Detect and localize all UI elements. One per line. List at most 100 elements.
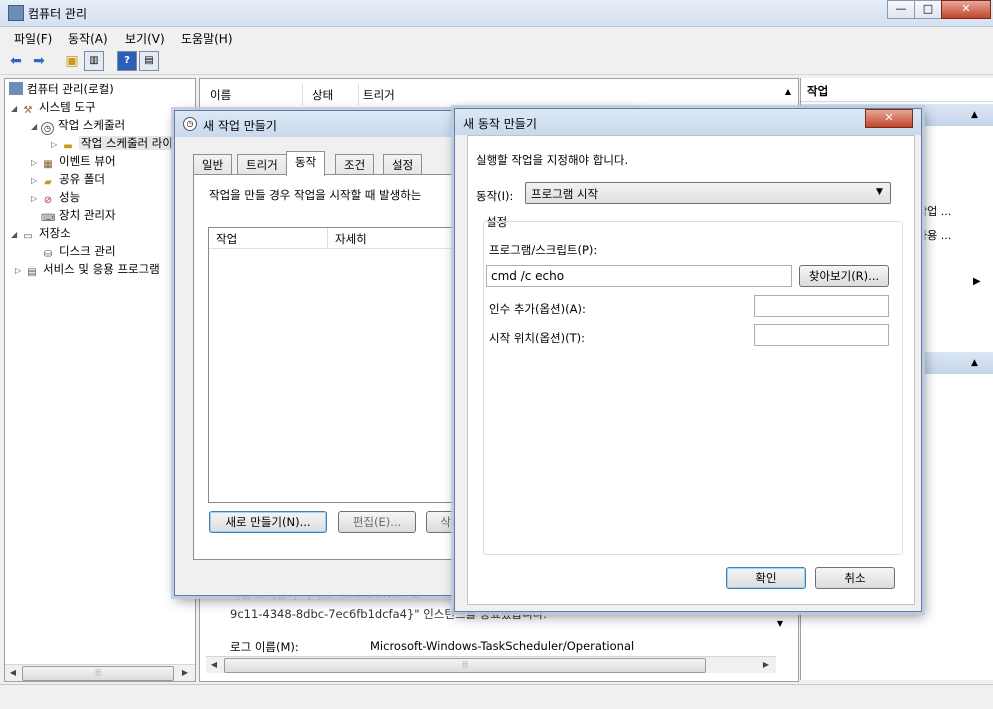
log-name-label: 로그 이름(M): xyxy=(230,640,299,654)
show-hide-tree-icon[interactable]: ▥ xyxy=(84,51,104,71)
column-details[interactable]: 자세히 xyxy=(335,231,367,247)
edit-action-button[interactable]: 편집(E)... xyxy=(338,511,416,533)
tree-horizontal-scrollbar[interactable]: ◀ ⦙⦙⦙ ▶ xyxy=(5,664,195,681)
actions-description: 작업을 만들 경우 작업을 시작할 때 발생하는 xyxy=(209,188,422,202)
scroll-right-icon[interactable]: ▶ xyxy=(177,665,193,681)
show-hide-action-pane-icon[interactable]: ▤ xyxy=(139,51,159,71)
maximize-icon: □ xyxy=(922,2,934,15)
start-in-label: 시작 위치(옵션)(T): xyxy=(489,331,585,345)
up-folder-icon[interactable]: ▣ xyxy=(62,51,82,71)
close-icon: ✕ xyxy=(884,111,894,124)
menu-file[interactable]: 파일(F) xyxy=(14,30,52,47)
tree-item-root[interactable]: 컴퓨터 관리(로컬) xyxy=(9,81,114,98)
expand-right-icon[interactable]: ▷ xyxy=(51,136,61,153)
tree-item-system-tools[interactable]: ◢ ⚒ 시스템 도구 xyxy=(11,99,96,116)
back-arrow-icon[interactable]: ⬅ xyxy=(6,51,26,71)
scroll-left-icon[interactable]: ◀ xyxy=(206,657,222,673)
new-task-title: 새 작업 만들기 xyxy=(203,119,277,133)
tree-item-disk-management[interactable]: ⛁ 디스크 관리 xyxy=(41,243,116,260)
start-in-input[interactable] xyxy=(754,324,889,346)
minimize-icon: — xyxy=(895,2,907,15)
column-trigger[interactable]: 트리거 xyxy=(355,84,783,106)
performance-icon: ⊘ xyxy=(43,195,53,206)
expand-down-icon[interactable]: ◢ xyxy=(11,100,21,117)
services-icon: ▤ xyxy=(27,267,37,278)
collapse-up-icon[interactable]: ▲ xyxy=(971,104,978,126)
new-action-dialog: 새 동작 만들기 ✕ 실행할 작업을 지정해야 합니다. 동작(I): 프로그램… xyxy=(454,108,922,612)
tab-conditions[interactable]: 조건 xyxy=(335,154,375,176)
dropdown-arrow-icon: ▼ xyxy=(876,187,883,197)
action-item-4[interactable]: 사용 ... xyxy=(917,227,951,243)
ok-button[interactable]: 확인 xyxy=(726,567,806,589)
tree-item-device-manager[interactable]: ⌨ 장치 관리자 xyxy=(41,207,116,224)
cancel-button[interactable]: 취소 xyxy=(815,567,895,589)
close-button[interactable]: ✕ xyxy=(941,0,991,19)
main-title-bar: 컴퓨터 관리 — □ ✕ xyxy=(0,0,993,27)
action-item-3[interactable]: 작업 ... xyxy=(917,203,951,219)
expand-down-icon[interactable]: ◢ xyxy=(31,118,41,135)
new-action-body: 실행할 작업을 지정해야 합니다. 동작(I): 프로그램 시작 ▼ 설정 프로… xyxy=(467,135,915,605)
scroll-down-icon[interactable]: ▼ xyxy=(774,619,786,633)
arguments-label: 인수 추가(옵션)(A): xyxy=(489,302,586,316)
dialog-close-button[interactable]: ✕ xyxy=(865,109,913,128)
column-divider xyxy=(327,228,328,248)
menu-help[interactable]: 도움말(H) xyxy=(181,30,233,47)
detail-horizontal-scrollbar[interactable]: ◀ ⦙⦙⦙ ▶ xyxy=(206,656,776,673)
help-icon[interactable]: ? xyxy=(117,51,137,71)
expand-right-icon[interactable]: ▷ xyxy=(15,262,25,278)
instruction-text: 실행할 작업을 지정해야 합니다. xyxy=(476,153,629,167)
action-type-select[interactable]: 프로그램 시작 ▼ xyxy=(525,182,891,204)
tab-general[interactable]: 일반 xyxy=(193,154,233,176)
menu-action[interactable]: 동작(A) xyxy=(68,30,108,47)
status-bar xyxy=(0,684,993,709)
clock-icon: ◷ xyxy=(183,117,197,131)
column-status[interactable]: 상태 xyxy=(304,84,359,106)
scroll-up-icon[interactable]: ▲ xyxy=(782,87,794,101)
storage-icon: ▭ xyxy=(23,231,33,242)
close-icon: ✕ xyxy=(961,2,971,15)
tree-item-shared-folders[interactable]: ▷ ▰ 공유 폴더 xyxy=(31,171,105,188)
program-script-label: 프로그램/스크립트(P): xyxy=(489,243,598,257)
action-pane-header: 작업 xyxy=(801,81,993,102)
toolbar: ⬅ ➡ ▣ ▥ ? ▤ xyxy=(0,48,993,75)
maximize-button[interactable]: □ xyxy=(914,0,942,19)
browse-button[interactable]: 찾아보기(R)... xyxy=(799,265,889,287)
tree-item-storage[interactable]: ◢ ▭ 저장소 xyxy=(11,225,71,242)
computer-management-icon xyxy=(8,5,24,21)
folder-icon: ▬ xyxy=(63,141,73,152)
disk-icon: ⛁ xyxy=(43,249,53,260)
window-title: 컴퓨터 관리 xyxy=(28,7,88,21)
scroll-thumb[interactable]: ⦙⦙⦙ xyxy=(224,658,706,673)
program-script-input[interactable]: cmd /c echo xyxy=(486,265,792,287)
forward-arrow-icon[interactable]: ➡ xyxy=(29,51,49,71)
scroll-thumb[interactable]: ⦙⦙⦙ xyxy=(22,666,174,681)
column-name[interactable]: 이름 xyxy=(202,84,303,106)
tools-icon: ⚒ xyxy=(23,105,33,116)
new-action-button[interactable]: 새로 만들기(N)... xyxy=(209,511,327,533)
tab-settings[interactable]: 설정 xyxy=(383,154,423,176)
expand-right-icon[interactable]: ▷ xyxy=(31,190,41,207)
expand-right-icon[interactable]: ▷ xyxy=(31,172,41,189)
clock-icon: ◷ xyxy=(41,122,54,135)
collapse-up-icon[interactable]: ▲ xyxy=(971,352,978,374)
console-tree: 컴퓨터 관리(로컬) ◢ ⚒ 시스템 도구 ◢ ◷ 작업 스케줄러 ▷ ▬ 작업 스케줄러 … xyxy=(4,78,207,682)
column-action[interactable]: 작업 xyxy=(216,231,237,247)
menu-view[interactable]: 보기(V) xyxy=(125,30,165,47)
minimize-button[interactable]: — xyxy=(887,0,915,19)
scroll-right-icon[interactable]: ▶ xyxy=(758,657,774,673)
tab-actions[interactable]: 동작 xyxy=(286,151,326,176)
tree-item-performance[interactable]: ▷ ⊘ 성능 xyxy=(31,189,80,206)
tree-item-event-viewer[interactable]: ▷ ▦ 이벤트 뷰어 xyxy=(31,153,116,170)
tree-item-task-scheduler[interactable]: ◢ ◷ 작업 스케줄러 xyxy=(31,117,125,135)
action-label: 동작(I): xyxy=(476,189,514,203)
new-action-title: 새 동작 만들기 xyxy=(463,117,537,131)
expand-down-icon[interactable]: ◢ xyxy=(11,226,21,243)
scroll-left-icon[interactable]: ◀ xyxy=(5,665,21,681)
settings-groupbox: 프로그램/스크립트(P): cmd /c echo 찾아보기(R)... 인수 … xyxy=(483,221,903,555)
tab-triggers[interactable]: 트리거 xyxy=(237,154,287,176)
tree-item-services[interactable]: ▷ ▤ 서비스 및 응용 프로그램 xyxy=(15,261,193,278)
event-viewer-icon: ▦ xyxy=(43,159,53,170)
expand-right-icon[interactable]: ▷ xyxy=(31,154,41,171)
arguments-input[interactable] xyxy=(754,295,889,317)
submenu-arrow-icon[interactable]: ▶ xyxy=(973,276,981,287)
